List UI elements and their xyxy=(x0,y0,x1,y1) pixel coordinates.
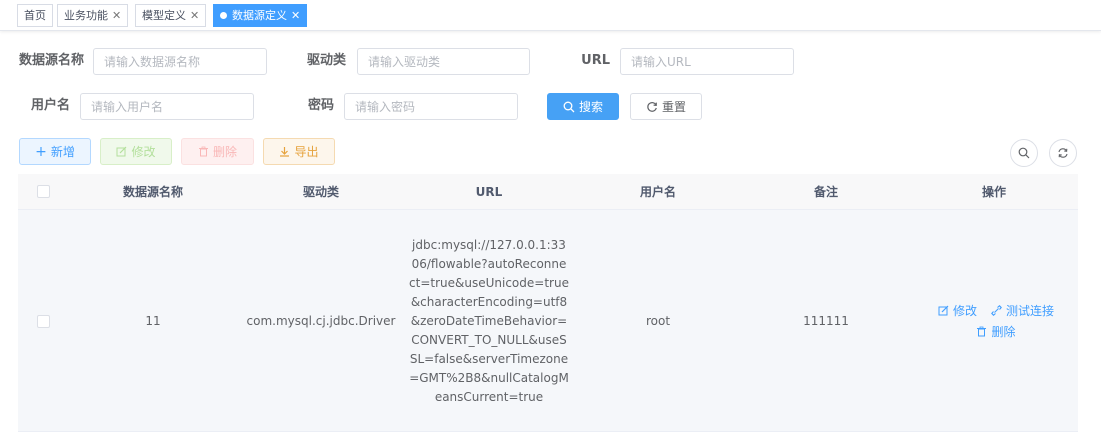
tag-label: 首页 xyxy=(24,9,46,22)
search-icon xyxy=(1018,147,1030,159)
edit-icon xyxy=(938,305,949,316)
tag-label: 数据源定义 xyxy=(232,9,287,22)
url-cell: jdbc:mysql://127.0.0.1:3306/flowable?aut… xyxy=(409,237,569,404)
link-icon xyxy=(991,305,1002,316)
active-dot-icon xyxy=(220,12,227,19)
username-label: 用户名 xyxy=(30,98,70,113)
search-icon xyxy=(563,101,575,112)
row-test-connection-link[interactable]: 测试连接 xyxy=(991,302,1054,319)
add-button-label: 新增 xyxy=(50,145,75,159)
column-header: 操作 xyxy=(981,185,1006,199)
operations-row: 修改 测试连接 xyxy=(938,302,1054,319)
tag-label: 业务功能 xyxy=(64,9,108,22)
tag-business[interactable]: 业务功能 ✕ xyxy=(57,4,129,27)
url-label: URL xyxy=(581,53,610,68)
table-row[interactable]: 11 com.mysql.cj.jdbc.Driver jdbc:mysql:/… xyxy=(18,210,1078,432)
tag-model-definition[interactable]: 模型定义 ✕ xyxy=(135,4,207,27)
search-button-label: 搜索 xyxy=(578,100,603,114)
close-icon[interactable]: ✕ xyxy=(190,5,199,26)
driver-cell: com.mysql.cj.jdbc.Driver xyxy=(246,314,396,328)
url-input[interactable] xyxy=(620,48,794,75)
row-delete-link[interactable]: 删除 xyxy=(976,323,1016,340)
driver-label: 驱动类 xyxy=(306,53,346,68)
download-icon xyxy=(280,147,290,157)
column-header[interactable]: 驱动类 xyxy=(241,174,401,210)
row-checkbox[interactable] xyxy=(36,314,50,328)
export-button[interactable]: 导出 xyxy=(263,138,335,165)
select-all-cell xyxy=(18,174,68,210)
password-input[interactable] xyxy=(344,93,518,120)
table-header: 数据源名称 驱动类 URL 用户名 备注 操作 xyxy=(18,174,1078,210)
refresh-icon xyxy=(647,101,657,112)
datasource-name-cell: 11 xyxy=(145,314,161,328)
reset-button[interactable]: 重置 xyxy=(630,93,702,120)
password-label: 密码 xyxy=(307,98,334,113)
driver-input[interactable] xyxy=(357,48,530,75)
url-cell-wrap: jdbc:mysql://127.0.0.1:3306/flowable?aut… xyxy=(409,210,569,432)
refresh-icon xyxy=(1058,148,1068,158)
edit-icon xyxy=(116,146,127,157)
trash-icon xyxy=(977,326,987,337)
tags-view-bar: 首页 业务功能 ✕ 模型定义 ✕ 数据源定义 ✕ xyxy=(0,0,1101,31)
edit-button-label: 修改 xyxy=(131,145,156,159)
column-header[interactable]: 数据源名称 xyxy=(73,174,233,210)
trash-icon xyxy=(198,146,208,157)
add-button[interactable]: + 新增 xyxy=(19,138,91,165)
row-edit-label: 修改 xyxy=(952,304,977,318)
search-button[interactable]: 搜索 xyxy=(547,93,619,120)
export-button-label: 导出 xyxy=(294,145,319,159)
plus-icon: + xyxy=(35,143,47,160)
column-header[interactable]: 用户名 xyxy=(578,174,738,210)
select-cell xyxy=(18,210,68,432)
username-input[interactable] xyxy=(80,93,254,120)
reset-button-label: 重置 xyxy=(661,100,686,114)
close-icon[interactable]: ✕ xyxy=(291,5,300,26)
datasource-name-input[interactable] xyxy=(93,48,267,75)
tag-home[interactable]: 首页 xyxy=(17,4,53,27)
row-delete-label: 删除 xyxy=(991,325,1016,339)
refresh-table-button[interactable] xyxy=(1049,139,1077,167)
delete-button[interactable]: 删除 xyxy=(181,138,254,165)
datasource-name-label: 数据源名称 xyxy=(18,53,84,68)
remark-cell: 111111 xyxy=(803,314,849,328)
select-all-checkbox[interactable] xyxy=(36,185,50,198)
operations-cell: 修改 测试连接 删除 xyxy=(914,210,1078,432)
tag-datasource-definition[interactable]: 数据源定义 ✕ xyxy=(213,4,308,27)
edit-button[interactable]: 修改 xyxy=(100,138,172,165)
row-test-connection-label: 测试连接 xyxy=(1006,304,1055,318)
row-edit-link[interactable]: 修改 xyxy=(938,302,977,319)
delete-button-label: 删除 xyxy=(212,145,237,159)
username-cell: root xyxy=(645,314,671,328)
column-header[interactable]: URL xyxy=(409,174,569,210)
close-icon[interactable]: ✕ xyxy=(112,5,121,26)
column-header[interactable]: 备注 xyxy=(746,174,906,210)
toggle-search-button[interactable] xyxy=(1010,139,1038,167)
tag-label: 模型定义 xyxy=(142,9,186,22)
